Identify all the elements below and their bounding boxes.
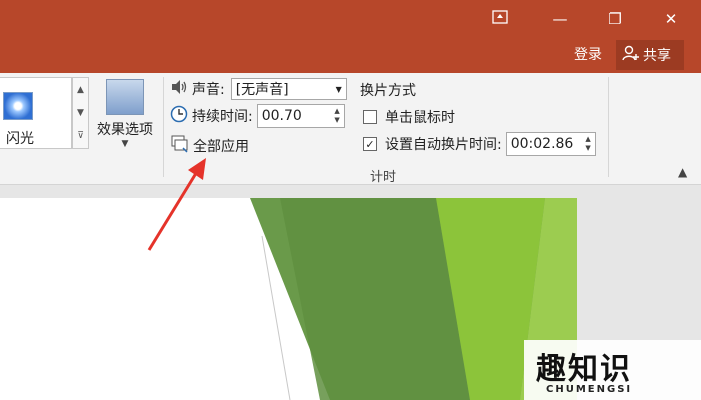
powerpoint-window: — ❐ ✕ 登录 共享 闪光 ▲ ▼ ⊽ 效果选项 ▼ 声音: [无声音] ▼ … bbox=[0, 0, 701, 400]
watermark-cn: 趣知识 bbox=[536, 352, 632, 387]
watermark-en: CHUMENGSI bbox=[546, 384, 633, 395]
watermark-logo: 趣知识 CHUMENGSI bbox=[524, 340, 701, 400]
